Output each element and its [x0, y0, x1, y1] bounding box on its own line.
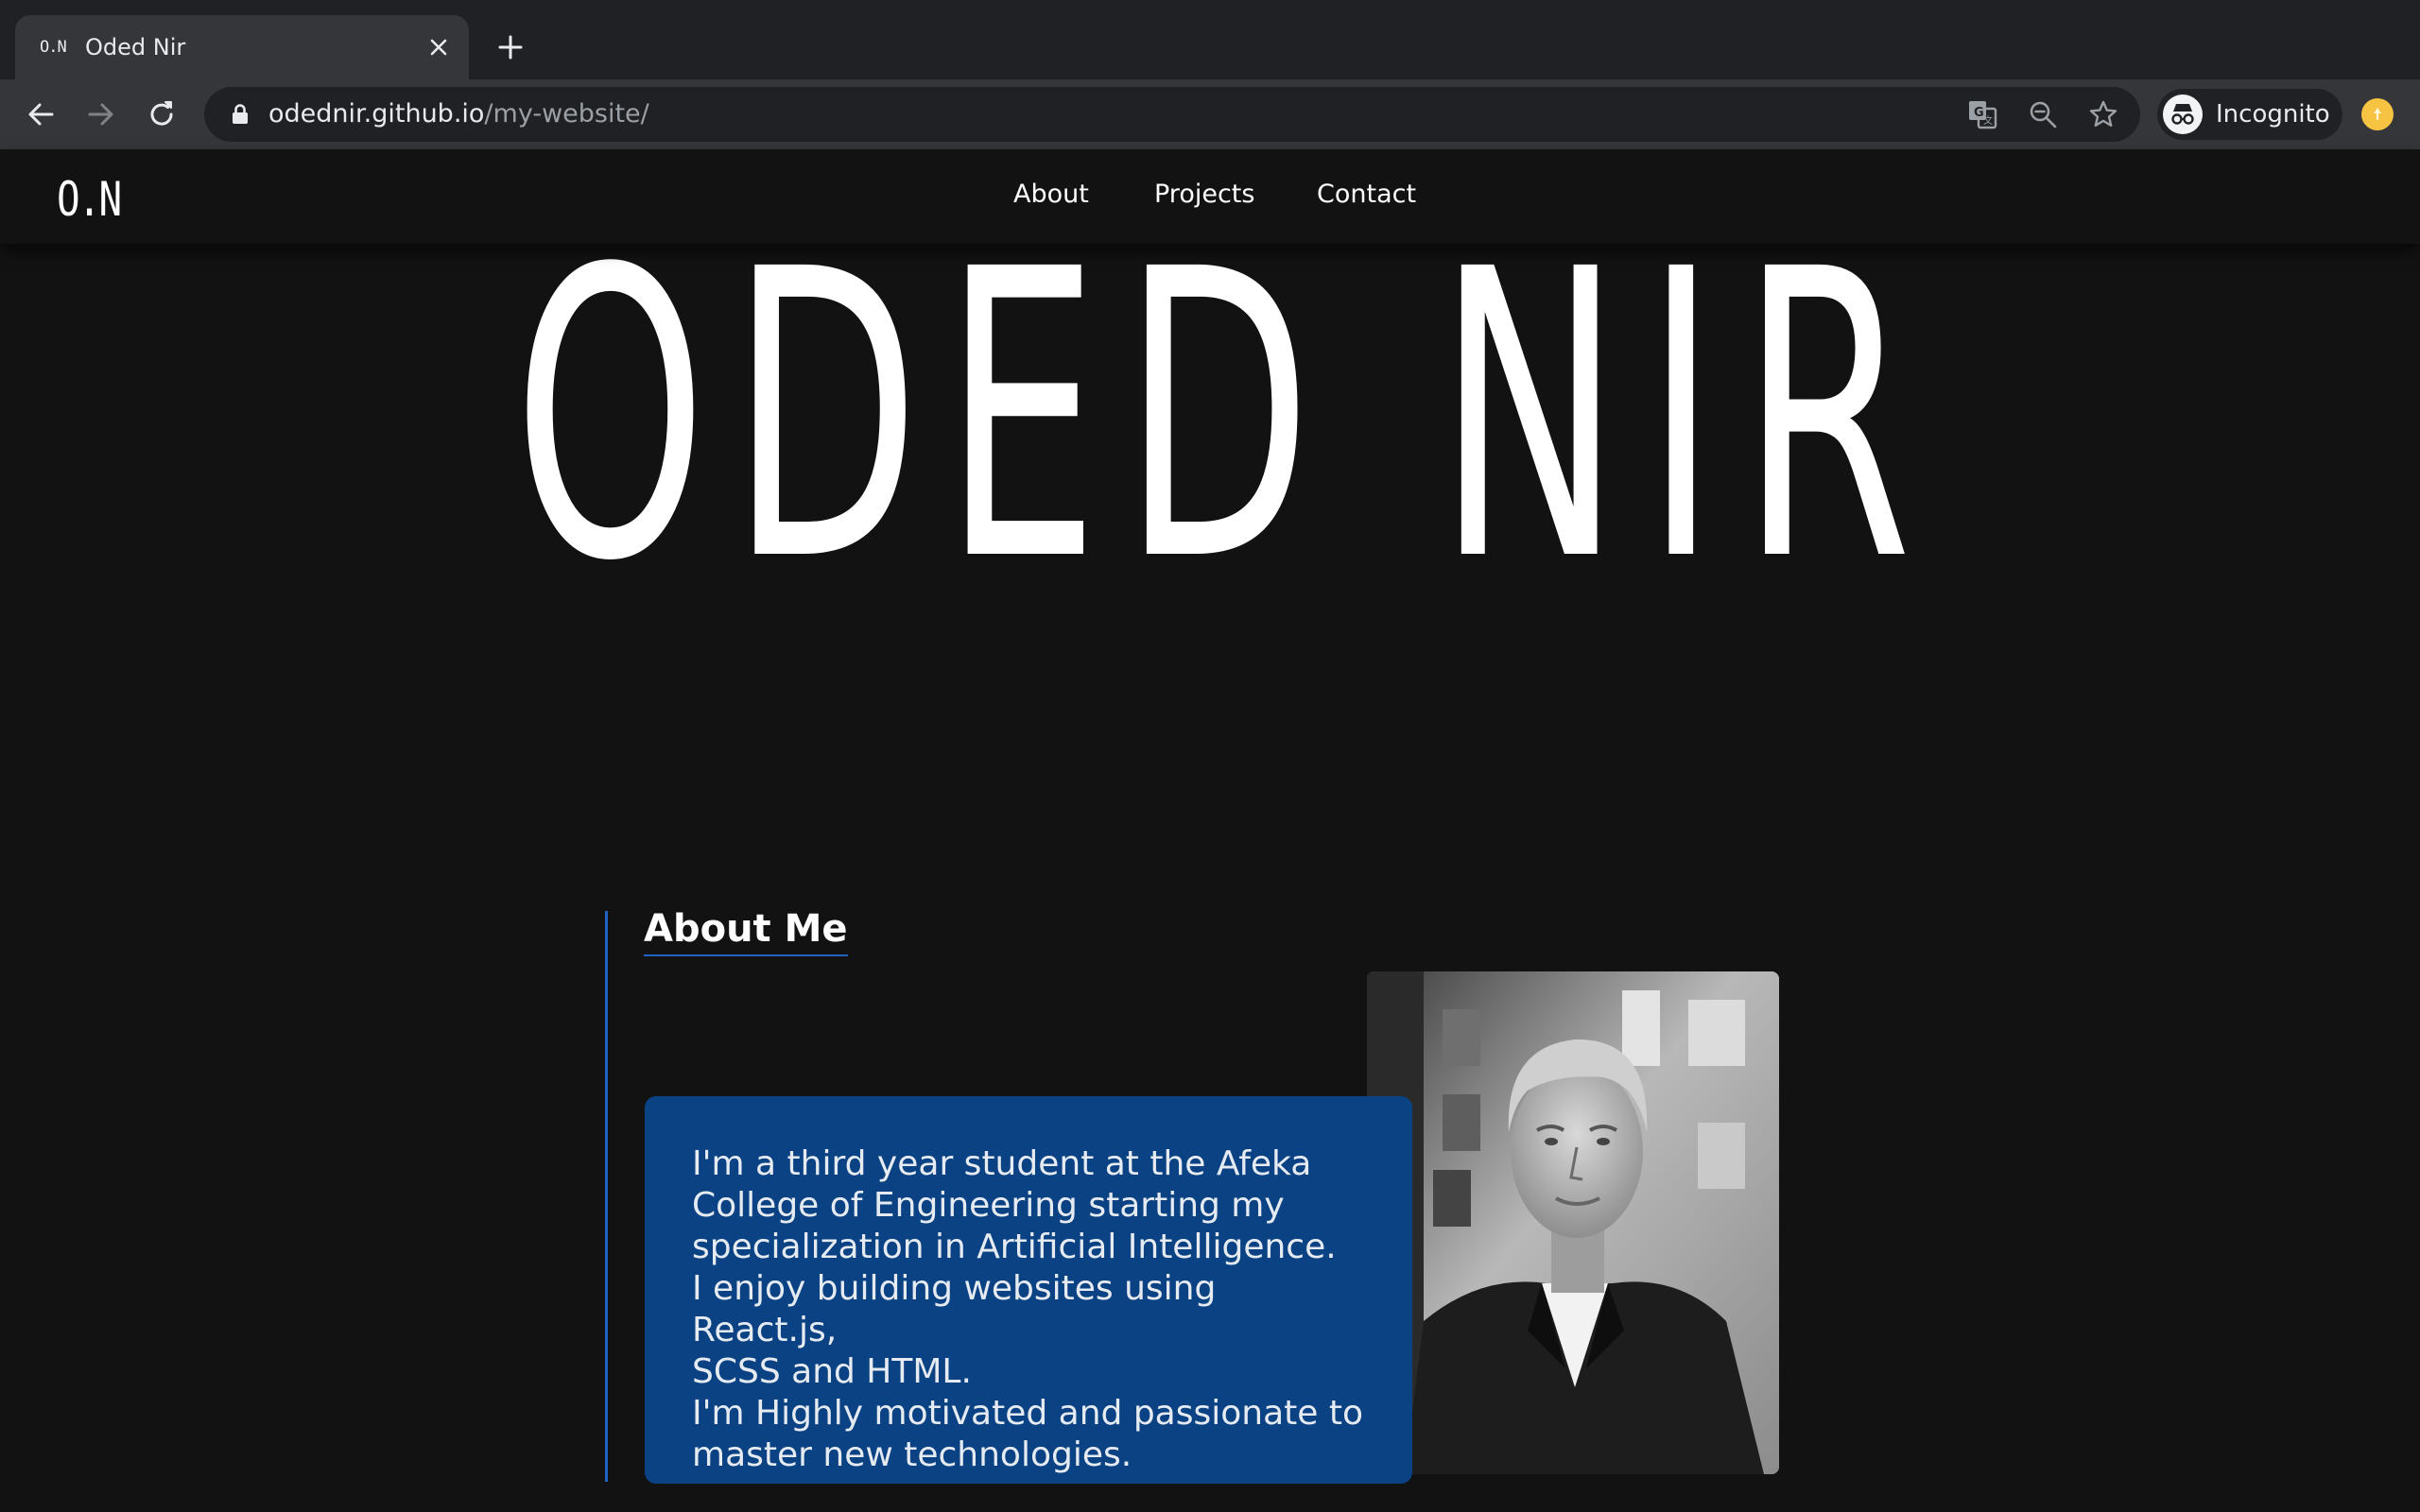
site-navbar: O.N About Projects Contact — [0, 149, 2420, 244]
incognito-label: Incognito — [2216, 100, 2330, 129]
url-host: odednir.github.io — [268, 99, 485, 129]
url-text: odednir.github.io/my-website/ — [268, 99, 649, 129]
lock-icon[interactable] — [229, 103, 251, 126]
browser-tabstrip: O.N Oded Nir — [0, 0, 2420, 79]
address-bar[interactable]: odednir.github.io/my-website/ G文 — [204, 87, 2140, 142]
nav-link-about[interactable]: About — [1013, 180, 1089, 209]
incognito-profile-button[interactable]: Incognito — [2157, 89, 2342, 140]
portrait-photo — [1367, 971, 1779, 1474]
about-section-divider — [605, 911, 608, 1482]
extension-icon[interactable] — [2361, 98, 2394, 130]
about-card: I'm a third year student at the Afeka Co… — [645, 1096, 1412, 1484]
incognito-icon — [2163, 94, 2203, 134]
arrow-right-icon[interactable] — [81, 94, 121, 134]
url-path: /my-website/ — [484, 99, 649, 129]
site-logo[interactable]: O.N — [57, 172, 122, 227]
star-icon[interactable] — [2087, 98, 2119, 130]
translate-icon[interactable]: G文 — [1966, 98, 1998, 130]
nav-link-contact[interactable]: Contact — [1317, 180, 1416, 209]
reload-icon[interactable] — [142, 94, 182, 134]
about-text: I'm a third year student at the Afeka Co… — [692, 1144, 1363, 1474]
about-heading: About Me — [644, 907, 848, 956]
svg-text:文: 文 — [1983, 114, 1993, 127]
hero-title: ODED NIR — [512, 186, 1936, 648]
hero-section: ODED NIR — [0, 219, 2420, 616]
nav-link-projects[interactable]: Projects — [1154, 180, 1254, 209]
tab-favicon: O.N — [40, 38, 67, 57]
arrow-left-icon[interactable] — [21, 94, 60, 134]
browser-tab[interactable]: O.N Oded Nir — [15, 15, 469, 79]
tab-title: Oded Nir — [85, 34, 186, 60]
close-icon[interactable] — [422, 30, 456, 64]
zoom-out-icon[interactable] — [2027, 98, 2059, 130]
browser-toolbar: odednir.github.io/my-website/ G文 Incogni… — [0, 79, 2420, 149]
plus-icon[interactable] — [492, 28, 529, 66]
